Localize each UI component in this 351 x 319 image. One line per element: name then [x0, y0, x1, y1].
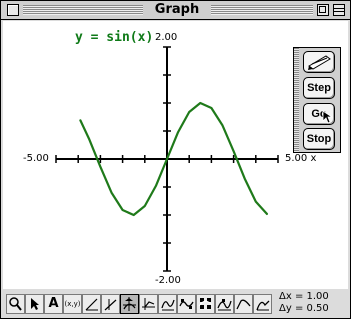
palette-drag-grip[interactable] — [294, 48, 299, 152]
function-tool-icon — [104, 299, 117, 311]
x-min-label: -5.00 — [23, 153, 49, 164]
x-max-label: 5.00 x — [285, 153, 317, 164]
coordinate-tool[interactable]: (x,y) — [63, 294, 82, 314]
curve-fit-tool[interactable] — [215, 294, 234, 314]
function-tool[interactable] — [101, 294, 120, 314]
zoom-box[interactable] — [317, 4, 329, 16]
function-editor-tool[interactable] — [253, 294, 272, 314]
curve-tool-icon — [217, 299, 232, 311]
zoom-icon — [9, 297, 22, 311]
control-palette: Step Go Stop — [293, 47, 341, 153]
mouse-pointer-icon — [322, 110, 334, 124]
y-max-label: 2.00 — [155, 32, 178, 43]
title-stripes-right — [211, 5, 313, 15]
bezier-tool-icon — [236, 299, 251, 310]
line-tool-icon — [85, 298, 98, 311]
y-min-label: -2.00 — [155, 275, 181, 286]
delta-y-readout: Δy = 0.50 — [279, 303, 329, 314]
close-box[interactable] — [7, 4, 19, 16]
text-tool-icon: A — [48, 296, 59, 311]
stop-button[interactable]: Stop — [303, 128, 335, 150]
title-bar[interactable]: Graph — [1, 1, 350, 20]
title-stripes-left — [23, 5, 143, 15]
step-function-tool[interactable] — [139, 294, 158, 314]
line-tool[interactable] — [82, 294, 101, 314]
derivative-tool[interactable] — [177, 294, 196, 314]
delta-x-readout: Δx = 1.00 — [279, 291, 329, 302]
equation-label: y = sin(x) — [75, 30, 154, 45]
trace-tool-icon — [123, 297, 136, 311]
wave-tool-icon — [161, 299, 175, 311]
graph-window: Graph y = sin(x) 2.00 -2.00 -5.00 5.00 x… — [0, 0, 351, 319]
step-function-icon — [142, 298, 155, 310]
pencil-button[interactable] — [303, 51, 335, 73]
trace-tool[interactable] — [120, 294, 139, 314]
integral-tool-icon — [198, 298, 213, 309]
coordinate-xy-icon: (x,y) — [64, 300, 81, 308]
tool-bar: A (x,y) Δx = 1.00 Δy = 0.50 — [3, 291, 348, 317]
arrow-cursor-icon — [31, 298, 39, 310]
go-button[interactable]: Go — [303, 103, 335, 125]
derivative-tool-icon — [179, 299, 194, 309]
smooth-curve-tool[interactable] — [234, 294, 253, 314]
function-graph-icon — [256, 300, 270, 311]
window-title: Graph — [154, 2, 200, 17]
integral-tool[interactable] — [196, 294, 215, 314]
text-tool[interactable]: A — [44, 294, 63, 314]
collapse-box[interactable] — [333, 4, 345, 16]
pencil-icon — [308, 55, 331, 70]
step-button[interactable]: Step — [303, 77, 335, 99]
zoom-tool[interactable] — [6, 294, 25, 314]
arrow-tool[interactable] — [25, 294, 44, 314]
wave-tool[interactable] — [158, 294, 177, 314]
plot-area[interactable]: y = sin(x) 2.00 -2.00 -5.00 5.00 x Step … — [3, 21, 348, 289]
